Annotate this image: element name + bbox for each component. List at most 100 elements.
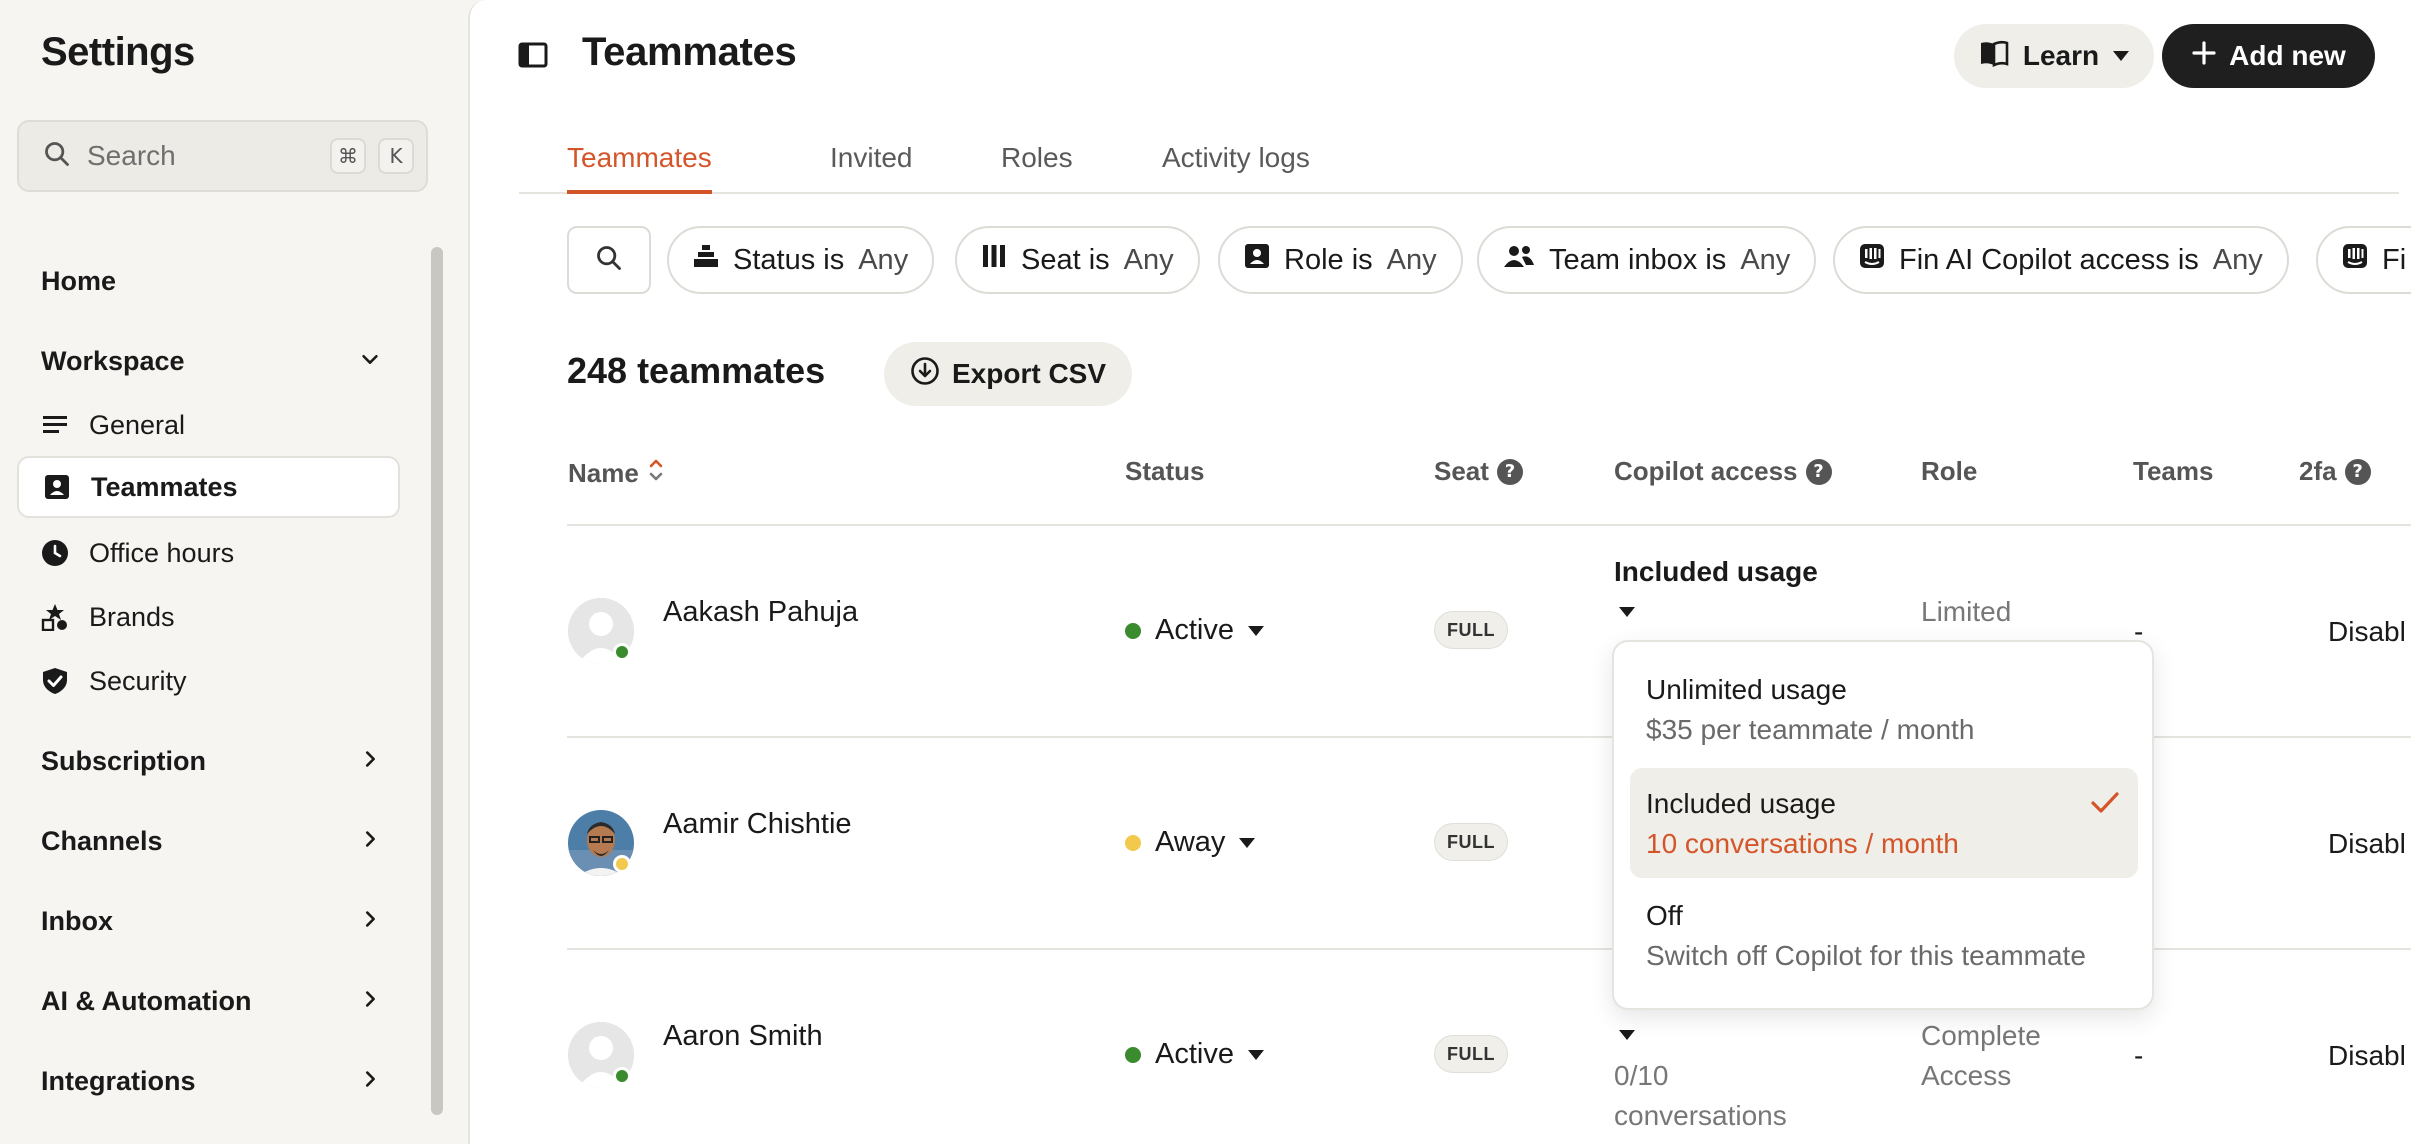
search-icon (43, 140, 71, 173)
chevron-down-icon (359, 346, 381, 377)
copilot-access-value[interactable]: Included usage (1614, 552, 1818, 592)
sidebar-item-label: Office hours (89, 537, 235, 568)
option-off[interactable]: Off Switch off Copilot for this teammate (1630, 880, 2138, 990)
section-label: AI & Automation (41, 985, 252, 1016)
learn-label: Learn (2022, 40, 2100, 71)
presence-indicator (613, 855, 631, 873)
sidebar-toggle-icon[interactable] (518, 42, 548, 68)
teammate-name[interactable]: Aamir Chishtie (663, 808, 852, 841)
tab-invited[interactable]: Invited (830, 142, 913, 194)
filter-role[interactable]: Role is Any (1218, 226, 1463, 294)
column-header-2fa: 2fa ? (2299, 456, 2371, 487)
column-header-name[interactable]: Name (568, 456, 665, 491)
role-value: Limited (1921, 596, 2012, 627)
sidebar-search[interactable]: Search ⌘ K (17, 120, 428, 192)
sidebar-section-inbox[interactable]: Inbox (41, 896, 381, 946)
filter-seat[interactable]: Seat is Any (955, 226, 1200, 294)
role-value-line1: Complete (1921, 1020, 2041, 1051)
option-included-usage[interactable]: Included usage 10 conversations / month (1630, 768, 2138, 878)
checkmark-icon (2090, 790, 2120, 821)
sidebar-section-subscription[interactable]: Subscription (41, 736, 381, 786)
list-icon (41, 411, 69, 439)
export-csv-label: Export CSV (951, 358, 1107, 389)
settings-sidebar: Settings Search ⌘ K Home Workspace Gener… (0, 0, 452, 1144)
fin-icon (1859, 243, 1885, 277)
fin-icon (2342, 243, 2368, 277)
status-dot (1125, 834, 1141, 851)
contact-card-icon (43, 473, 71, 501)
section-label: Workspace (41, 345, 185, 376)
filter-status[interactable]: Status is Any (667, 226, 935, 294)
filter-fin-copilot[interactable]: Fin AI Copilot access is Any (1833, 226, 2289, 294)
sidebar-item-brands[interactable]: Brands (17, 586, 400, 648)
filter-prefix: Fin AI Copilot access is (1899, 243, 2199, 276)
copilot-usage-count: 0/10 (1614, 1060, 1669, 1091)
help-icon[interactable]: ? (2344, 458, 2371, 485)
sidebar-section-ai-automation[interactable]: AI & Automation (41, 976, 381, 1026)
sidebar-item-home[interactable]: Home (41, 266, 116, 297)
sidebar-section-channels[interactable]: Channels (41, 816, 381, 866)
caret-down-icon (1247, 1049, 1264, 1060)
section-label: Inbox (41, 905, 113, 936)
filter-prefix: Role is (1284, 243, 1373, 276)
shapes-icon (41, 603, 69, 631)
filter-prefix: Seat is (1021, 243, 1110, 276)
plus-icon (2191, 40, 2217, 73)
sidebar-scrollbar[interactable] (431, 247, 443, 1115)
clock-icon (41, 539, 69, 567)
section-label: Subscription (41, 745, 207, 776)
caret-down-icon (1247, 625, 1264, 636)
column-label: 2fa (2299, 456, 2337, 486)
column-header-seat: Seat ? (1434, 456, 1523, 487)
search-placeholder: Search (87, 140, 176, 171)
status-dot (1125, 1046, 1141, 1063)
option-unlimited-usage[interactable]: Unlimited usage $35 per teammate / month (1630, 654, 2138, 764)
main-panel: Teammates Learn Add new Teammates Invite… (468, 0, 2411, 1144)
sidebar-title: Settings (41, 30, 195, 74)
filter-team-inbox[interactable]: Team inbox is Any (1477, 226, 1817, 294)
status-dot (1125, 622, 1141, 639)
section-label: Channels (41, 825, 163, 856)
sidebar-item-label: Security (89, 665, 187, 696)
filter-prefix: Team inbox is (1549, 243, 1727, 276)
filter-search-button[interactable] (567, 226, 651, 294)
sidebar-item-office-hours[interactable]: Office hours (17, 522, 400, 584)
role-icon (1244, 243, 1270, 277)
tab-roles[interactable]: Roles (1001, 142, 1073, 194)
team-icon (1503, 243, 1535, 277)
sidebar-item-teammates[interactable]: Teammates (17, 456, 400, 518)
teammate-name[interactable]: Aakash Pahuja (663, 596, 858, 629)
table-divider (567, 524, 2411, 526)
copilot-access-dropdown: Unlimited usage $35 per teammate / month… (1612, 640, 2154, 1010)
add-new-button[interactable]: Add new (2162, 24, 2375, 88)
option-title: Unlimited usage (1646, 674, 1847, 705)
caret-down-icon[interactable] (1619, 1030, 1635, 1040)
teams-value: - (2134, 1040, 2144, 1071)
status-icon (693, 243, 719, 277)
filter-fin-truncated[interactable]: Fi (2316, 226, 2411, 294)
tab-activity-logs[interactable]: Activity logs (1162, 142, 1310, 194)
status-select[interactable]: Active (1125, 1038, 1264, 1071)
sidebar-section-integrations[interactable]: Integrations (41, 1056, 381, 1106)
sidebar-item-security[interactable]: Security (17, 650, 400, 712)
search-icon (595, 244, 623, 277)
sidebar-item-general[interactable]: General (17, 394, 400, 456)
sidebar-section-workspace[interactable]: Workspace (41, 336, 381, 386)
copilot-usage-unit: conversations (1614, 1100, 1787, 1131)
column-header-role: Role (1921, 456, 1978, 486)
export-csv-button[interactable]: Export CSV (884, 342, 1132, 406)
status-select[interactable]: Active (1125, 614, 1264, 647)
shortcut-cmd-key: ⌘ (330, 138, 366, 174)
tab-bar: Teammates Invited Roles Activity logs (519, 136, 2399, 194)
filter-prefix: Status is (733, 243, 845, 276)
tab-teammates[interactable]: Teammates (567, 142, 712, 194)
learn-button[interactable]: Learn (1954, 24, 2154, 88)
help-icon[interactable]: ? (1805, 458, 1832, 485)
status-select[interactable]: Away (1125, 826, 1256, 859)
help-icon[interactable]: ? (1496, 458, 1523, 485)
teammate-name[interactable]: Aaron Smith (663, 1020, 823, 1053)
chevron-right-icon (359, 746, 381, 777)
column-label: Name (568, 458, 639, 488)
caret-down-icon[interactable] (1619, 607, 1635, 617)
filter-value: Any (2212, 243, 2263, 276)
